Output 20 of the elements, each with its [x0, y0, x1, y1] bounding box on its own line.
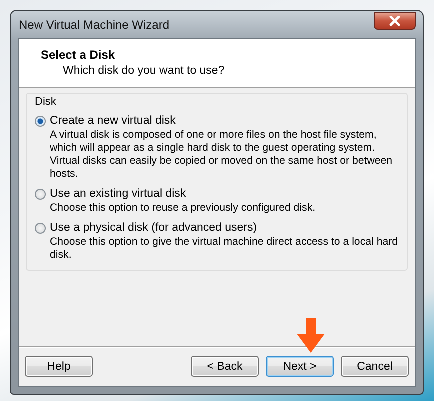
window-title: New Virtual Machine Wizard [18, 18, 170, 32]
option-description: A virtual disk is composed of one or more files on the host file system, which will appear as a single hard disk to the guest operating system. Virtual disks can easily be copied or moved on the same host or between hosts. [49, 129, 394, 181]
page-subtitle: Which disk do you want to use? [62, 65, 226, 77]
radio-button[interactable] [35, 222, 46, 234]
radio-option[interactable]: Create a new virtual disk [35, 115, 401, 127]
option-description: Choose this option to give the virtual machine direct access to a local hard disk. [49, 236, 400, 262]
next-button[interactable]: Next > [266, 356, 334, 377]
radio-button[interactable] [35, 188, 46, 200]
close-icon [389, 16, 401, 26]
help-button[interactable]: Help [25, 356, 93, 377]
radio-option[interactable]: Use a physical disk (for advanced users) [35, 222, 401, 234]
page-title: Select a Disk [41, 48, 116, 62]
arrow-drawing [296, 318, 326, 354]
group-label: Disk [35, 96, 58, 108]
radio-button[interactable] [35, 116, 46, 126]
radio-option[interactable]: Use an existing virtual disk [35, 188, 401, 200]
option-description: Choose this option to reuse a previously configured disk. [49, 202, 317, 215]
cancel-button[interactable]: Cancel [341, 356, 409, 377]
close-button[interactable] [374, 12, 416, 30]
back-button[interactable]: < Back [191, 356, 259, 377]
